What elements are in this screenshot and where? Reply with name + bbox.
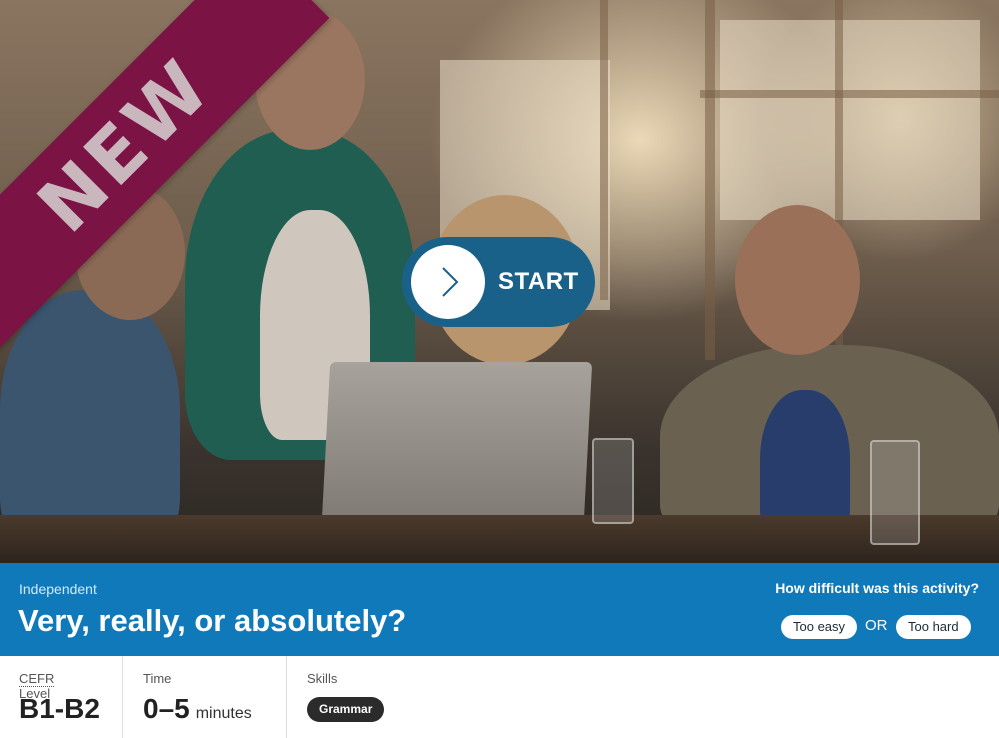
laptop <box>321 362 593 522</box>
water-glass <box>870 440 920 545</box>
window-light <box>720 20 980 220</box>
divider <box>122 656 123 738</box>
time-value: 0–5 <box>143 693 190 724</box>
chevron-right-icon <box>411 245 485 319</box>
cefr-abbreviation[interactable]: CEFR <box>19 671 55 687</box>
difficulty-question: How difficult was this activity? <box>775 580 979 596</box>
activity-header: Independent Very, really, or absolutely?… <box>0 563 999 656</box>
activity-title: Very, really, or absolutely? <box>18 603 407 638</box>
person-right-head <box>735 205 860 355</box>
activity-details: CEFR Level B1-B2 Time 0–5 minutes Skills … <box>0 656 999 738</box>
water-glass <box>592 438 634 524</box>
window-frame <box>600 0 608 300</box>
window-frame <box>700 90 999 98</box>
time-caption: Time <box>143 671 172 686</box>
or-separator: OR <box>865 617 888 634</box>
too-hard-button[interactable]: Too hard <box>896 615 971 639</box>
activity-level: Independent <box>19 581 97 597</box>
start-button[interactable]: START <box>402 237 595 327</box>
hero-image: NEW START <box>0 0 999 563</box>
too-easy-button[interactable]: Too easy <box>781 615 858 639</box>
cefr-level-value: B1-B2 <box>19 693 100 724</box>
time-unit: minutes <box>195 705 252 722</box>
table <box>0 515 999 563</box>
divider <box>286 656 287 738</box>
window-frame <box>705 0 715 360</box>
person-left <box>0 290 180 550</box>
skill-badge: Grammar <box>307 697 385 722</box>
start-button-label: START <box>498 268 579 295</box>
time-value-wrapper: 0–5 minutes <box>143 693 252 725</box>
skills-caption: Skills <box>307 671 338 686</box>
